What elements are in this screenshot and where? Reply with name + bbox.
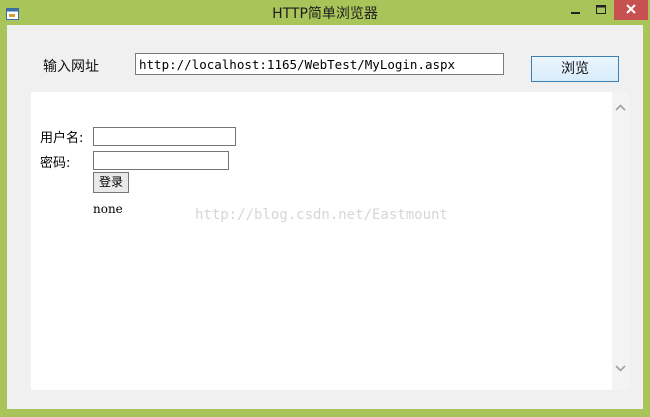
username-input[interactable] — [93, 127, 236, 146]
url-input[interactable] — [135, 53, 504, 75]
maximize-button[interactable] — [588, 0, 614, 20]
close-button[interactable] — [614, 0, 648, 20]
title-bar: HTTP简单浏览器 — [0, 0, 650, 25]
minimize-button[interactable] — [562, 0, 588, 20]
client-area: 输入网址 浏览 用户名: 密码: 登录 none http://blog.csd… — [7, 25, 643, 409]
username-label: 用户名: — [40, 131, 84, 146]
browse-button[interactable]: 浏览 — [531, 56, 619, 82]
watermark-text: http://blog.csdn.net/Eastmount — [195, 207, 448, 223]
login-button[interactable]: 登录 — [93, 172, 129, 193]
web-browser-view[interactable]: 用户名: 密码: 登录 none http://blog.csdn.net/Ea… — [31, 92, 629, 390]
scroll-down-button[interactable] — [612, 360, 629, 374]
maximize-icon — [596, 5, 606, 14]
password-input[interactable] — [93, 151, 229, 170]
vertical-scrollbar[interactable] — [612, 92, 629, 390]
scroll-up-button[interactable] — [612, 100, 629, 114]
close-icon — [626, 4, 636, 14]
chevron-down-icon — [615, 365, 626, 372]
minimize-icon — [571, 12, 580, 14]
chevron-up-icon — [615, 104, 626, 111]
password-label: 密码: — [40, 156, 71, 171]
window-title: HTTP简单浏览器 — [272, 6, 378, 22]
result-text: none — [93, 202, 123, 216]
url-label: 输入网址 — [43, 59, 99, 75]
